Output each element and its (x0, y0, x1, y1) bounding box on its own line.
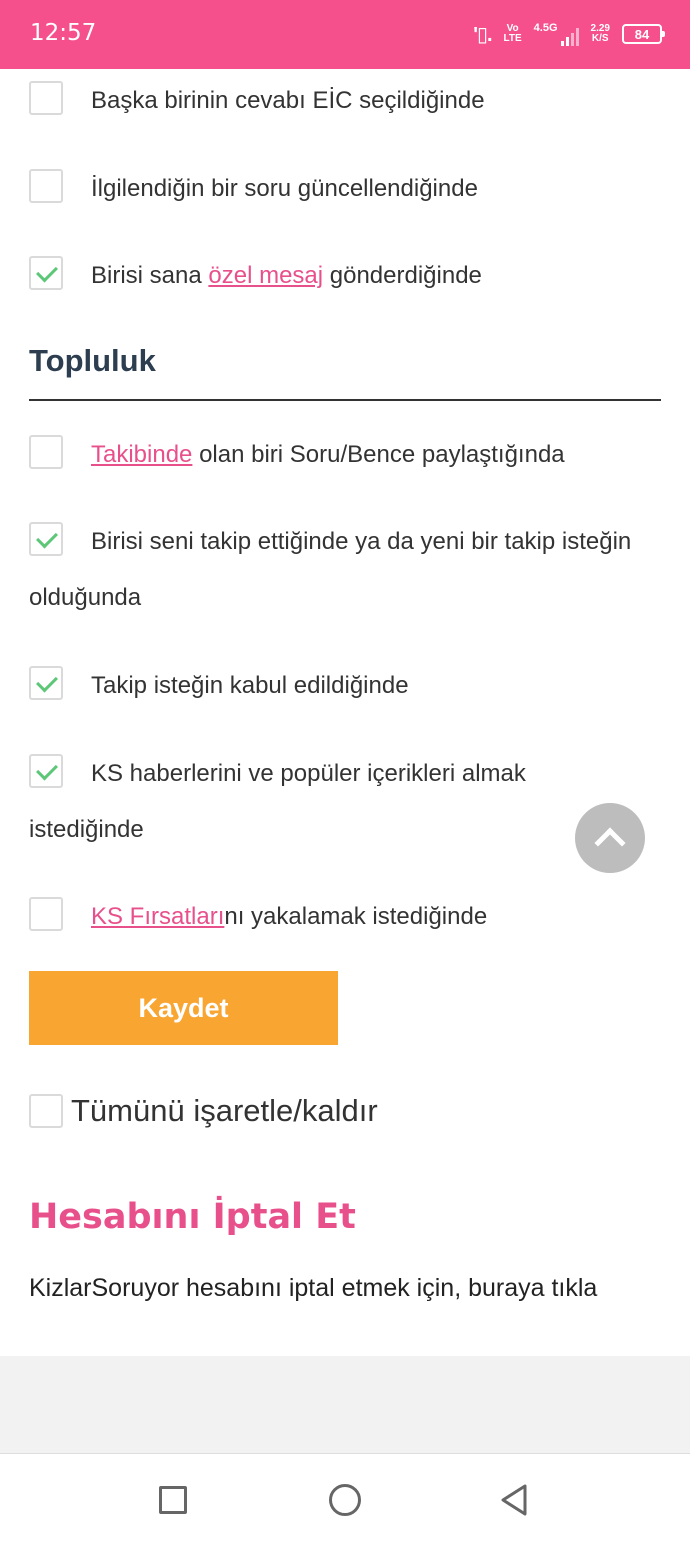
back-icon (501, 1484, 527, 1516)
vibrate-icon: '▯. (473, 23, 492, 46)
volte-bottom: LTE (503, 33, 522, 44)
network-type: 4.5G (533, 21, 558, 34)
scroll-top-button[interactable] (575, 803, 645, 873)
settings-content: Başka birinin cevabı EİC seçildiğinde İl… (0, 69, 690, 1356)
checkbox-new-follower[interactable] (29, 521, 63, 556)
status-time: 12:57 (30, 20, 97, 46)
signal-icon (560, 27, 579, 46)
checkbox-eic-selected[interactable] (29, 80, 63, 115)
option-label: İlgilendiğin bir soru güncellendiğinde (91, 175, 478, 202)
home-icon (329, 1484, 361, 1516)
checkbox-followed-posts[interactable] (29, 434, 63, 469)
checkbox-follow-accepted[interactable] (29, 665, 63, 700)
home-button[interactable] (327, 1482, 363, 1518)
speed-indicator: 2.29 K/S (591, 24, 610, 44)
network-indicator: 4.5G (533, 21, 579, 46)
cancel-account-link[interactable]: KizlarSoruyor hesabını iptal etmek için,… (29, 1274, 597, 1303)
cancel-account-title: Hesabını İptal Et (29, 1197, 356, 1237)
checkbox-ks-deals[interactable] (29, 896, 63, 931)
option-follow-accepted[interactable]: Takip isteğin kabul edildiğinde (29, 658, 669, 714)
option-question-updated[interactable]: İlgilendiğin bir soru güncellendiğinde (29, 161, 669, 217)
toggle-all-option[interactable]: Tümünü işaretle/kaldır (29, 1083, 378, 1139)
option-label-post: olan biri Soru/Bence paylaştığında (192, 441, 565, 468)
option-label: Başka birinin cevabı EİC seçildiğinde (91, 87, 485, 114)
option-label-post: gönderdiğinde (323, 262, 482, 289)
option-ks-news[interactable]: KS haberlerini ve popüler içerikleri alm… (29, 746, 589, 858)
back-button[interactable] (497, 1482, 533, 1518)
option-eic-selected[interactable]: Başka birinin cevabı EİC seçildiğinde (29, 73, 669, 129)
system-nav-bar (0, 1453, 690, 1545)
private-message-link[interactable]: özel mesaj (208, 262, 323, 289)
checkbox-private-message[interactable] (29, 255, 63, 290)
volte-indicator: Vo LTE (504, 24, 522, 44)
option-label-post: nı yakalamak istediğinde (224, 903, 488, 930)
battery-icon: 84 (622, 24, 665, 44)
status-bar: 12:57 '▯. Vo LTE 4.5G 2.29 K/S 84 (0, 0, 690, 69)
ks-deals-link[interactable]: KS Fırsatları (91, 903, 224, 930)
toggle-all-label: Tümünü işaretle/kaldır (71, 1093, 378, 1128)
option-ks-deals[interactable]: KS Fırsatlarını yakalamak istediğinde (29, 889, 669, 945)
following-link[interactable]: Takibinde (91, 441, 192, 468)
option-label: KS haberlerini ve popüler içerikleri alm… (29, 760, 526, 843)
recent-apps-icon (159, 1486, 187, 1514)
status-icons: '▯. Vo LTE 4.5G 2.29 K/S 84 (473, 18, 665, 50)
page-footer-area (0, 1356, 690, 1453)
checkbox-ks-news[interactable] (29, 753, 63, 788)
option-private-message[interactable]: Birisi sana özel mesaj gönderdiğinde (29, 248, 669, 304)
save-button[interactable]: Kaydet (29, 971, 338, 1045)
battery-level: 84 (634, 26, 650, 42)
checkbox-question-updated[interactable] (29, 168, 63, 203)
chevron-up-icon (594, 827, 626, 859)
recent-apps-button[interactable] (155, 1482, 191, 1518)
speed-unit: K/S (591, 33, 609, 44)
option-label: Birisi seni takip ettiğinde ya da yeni b… (29, 528, 632, 611)
option-new-follower[interactable]: Birisi seni takip ettiğinde ya da yeni b… (29, 514, 669, 626)
section-title-community: Topluluk (29, 343, 661, 401)
option-label-pre: Birisi sana (91, 262, 209, 289)
checkbox-toggle-all[interactable] (29, 1094, 63, 1128)
option-followed-posts[interactable]: Takibinde olan biri Soru/Bence paylaştığ… (29, 427, 669, 483)
option-label: Takip isteğin kabul edildiğinde (91, 672, 409, 699)
